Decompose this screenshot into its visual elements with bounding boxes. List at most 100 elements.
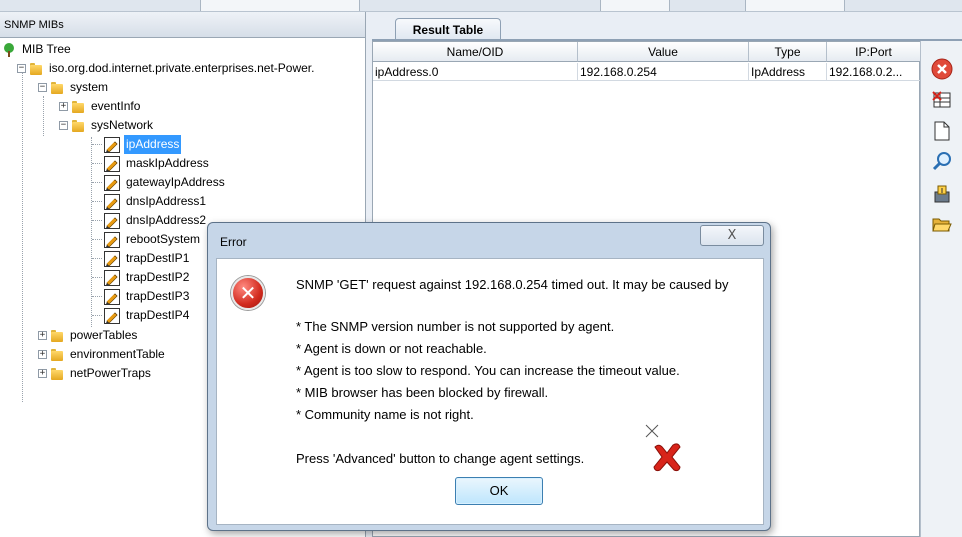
top-strip-segment: [600, 0, 670, 11]
tree-icon: [2, 42, 16, 57]
tab-result-table[interactable]: Result Table: [395, 18, 501, 40]
tree-node-label: system: [70, 80, 109, 94]
tree-node-powertables[interactable]: + powerTables: [38, 326, 139, 345]
expand-icon[interactable]: +: [38, 331, 47, 340]
pencil-icon: [104, 269, 120, 286]
folder-icon: [71, 119, 85, 133]
tree-leaf-trapdestip3[interactable]: trapDestIP3: [92, 287, 191, 306]
tree-connector: [92, 220, 102, 221]
tree-connector: [91, 137, 92, 327]
result-toolbar: [920, 41, 962, 537]
export-icon[interactable]: [930, 182, 954, 206]
tree-root-label: MIB Tree: [22, 42, 71, 56]
column-header-value[interactable]: Value: [578, 42, 749, 62]
tree-leaf-label: dnsIpAddress2: [126, 213, 207, 227]
pencil-icon: [104, 193, 120, 210]
pencil-icon: [104, 212, 120, 229]
new-document-icon[interactable]: [930, 119, 954, 143]
tree-node-label: eventInfo: [91, 99, 141, 113]
folder-icon: [50, 329, 64, 343]
pencil-icon: [104, 155, 120, 172]
tree-leaf-label: trapDestIP2: [126, 270, 190, 284]
mib-panel-header: SNMP MIBs: [0, 12, 365, 38]
top-strip-segment: [200, 0, 360, 11]
tree-leaf-rebootsystem[interactable]: rebootSystem: [92, 230, 202, 249]
folder-icon: [29, 62, 43, 76]
tree-root[interactable]: MIB Tree: [2, 40, 73, 59]
pencil-icon: [104, 231, 120, 248]
tree-leaf-gatewayipaddress[interactable]: gatewayIpAddress: [92, 173, 227, 192]
collapse-icon[interactable]: −: [17, 64, 26, 73]
tree-leaf-trapdestip4[interactable]: trapDestIP4: [92, 306, 191, 325]
tree-node-label: sysNetwork: [91, 118, 154, 132]
search-icon[interactable]: [930, 149, 954, 173]
column-header-ip-port[interactable]: IP:Port: [827, 42, 921, 62]
dialog-body: ✕ SNMP 'GET' request against 192.168.0.2…: [216, 258, 764, 525]
cell-value[interactable]: 192.168.0.254: [578, 63, 749, 81]
pencil-icon: [104, 288, 120, 305]
pencil-icon: [104, 136, 120, 153]
tree-node-environmenttable[interactable]: + environmentTable: [38, 345, 167, 364]
collapse-icon[interactable]: −: [59, 121, 68, 130]
tree-connector: [92, 277, 102, 278]
cell-name-oid[interactable]: ipAddress.0: [373, 63, 578, 81]
close-icon: X: [727, 228, 737, 243]
expand-icon[interactable]: +: [38, 350, 47, 359]
tree-leaf-label: trapDestIP4: [126, 308, 190, 322]
tree-node-label: powerTables: [70, 328, 138, 342]
expand-icon[interactable]: +: [38, 369, 47, 378]
top-strip-segment: [745, 0, 845, 11]
cell-ip-port[interactable]: 192.168.0.2...: [827, 63, 921, 81]
column-header-name-oid[interactable]: Name/OID: [373, 42, 578, 62]
open-folder-icon[interactable]: [930, 212, 954, 236]
tree-connector: [92, 296, 102, 297]
reason-item: * Community name is not right.: [296, 407, 474, 422]
ok-button[interactable]: OK: [455, 477, 543, 505]
tree-leaf-label: gatewayIpAddress: [126, 175, 225, 189]
tree-leaf-label: rebootSystem: [126, 232, 201, 246]
folder-icon: [50, 348, 64, 362]
stop-icon[interactable]: [930, 57, 954, 81]
tree-leaf-dnsipaddress1[interactable]: dnsIpAddress1: [92, 192, 208, 211]
tree-node-netpowertraps[interactable]: + netPowerTraps: [38, 364, 153, 383]
tree-node-enterprise[interactable]: − iso.org.dod.internet.private.enterpris…: [17, 59, 316, 78]
tree-connector: [92, 239, 102, 240]
column-header-type[interactable]: Type: [749, 42, 827, 62]
tree-connector: [22, 72, 23, 402]
tree-leaf-label: dnsIpAddress1: [126, 194, 207, 208]
tree-connector: [92, 201, 102, 202]
tree-connector: [92, 258, 102, 259]
tree-leaf-trapdestip1[interactable]: trapDestIP1: [92, 249, 191, 268]
error-dialog: Error X ✕ SNMP 'GET' request against 192…: [207, 222, 771, 531]
cursor-crosshair-icon: [645, 424, 659, 438]
tree-connector: [92, 182, 102, 183]
tree-node-sysnetwork[interactable]: − sysNetwork: [59, 116, 155, 135]
tree-connector: [43, 96, 44, 136]
tree-node-system[interactable]: − system: [38, 78, 110, 97]
tree-connector: [92, 315, 102, 316]
tree-node-eventinfo[interactable]: + eventInfo: [59, 97, 142, 116]
clear-table-icon[interactable]: [930, 88, 954, 112]
folder-icon: [50, 367, 64, 381]
tree-leaf-ipaddress[interactable]: ipAddress: [92, 135, 182, 154]
collapse-icon[interactable]: −: [38, 83, 47, 92]
expand-icon[interactable]: +: [59, 102, 68, 111]
reason-item: * The SNMP version number is not support…: [296, 319, 615, 334]
tree-connector: [92, 163, 102, 164]
pencil-icon: [104, 307, 120, 324]
tree-leaf-trapdestip2[interactable]: trapDestIP2: [92, 268, 191, 287]
dialog-title: Error: [220, 235, 247, 249]
tree-leaf-dnsipaddress2[interactable]: dnsIpAddress2: [92, 211, 208, 230]
close-button[interactable]: X: [700, 225, 764, 246]
pencil-icon: [104, 250, 120, 267]
tree-leaf-label: maskIpAddress: [126, 156, 209, 170]
folder-icon: [50, 81, 64, 95]
reason-item: * MIB browser has been blocked by firewa…: [296, 385, 549, 400]
tree-leaf-maskipaddress[interactable]: maskIpAddress: [92, 154, 211, 173]
reason-item: * Agent is down or not reachable.: [296, 341, 487, 356]
cell-type[interactable]: IpAddress: [749, 63, 827, 81]
advice-text: Press 'Advanced' button to change agent …: [296, 451, 585, 466]
tree-node-label: netPowerTraps: [70, 366, 151, 380]
reason-item: * Agent is too slow to respond. You can …: [296, 363, 680, 378]
tree-connector: [92, 144, 102, 145]
